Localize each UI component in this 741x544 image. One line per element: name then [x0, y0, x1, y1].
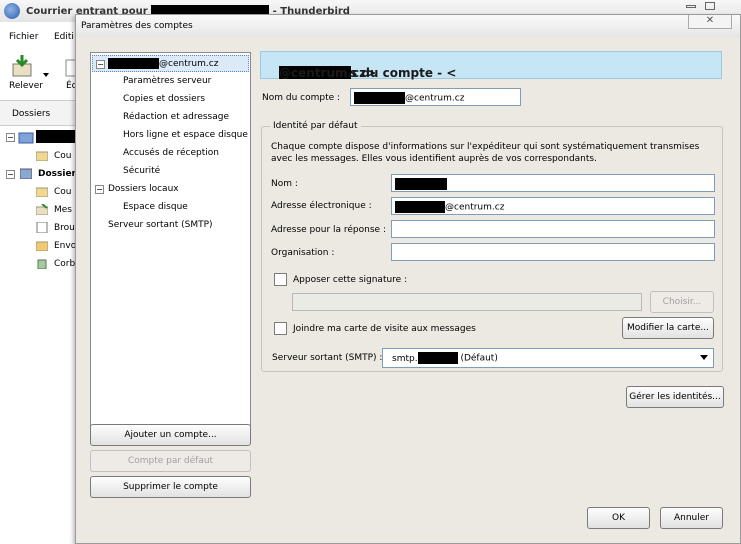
redacted-block — [354, 92, 405, 104]
identity-description: Chaque compte dispose d'informations sur… — [271, 142, 700, 164]
name-input[interactable] — [391, 174, 715, 192]
sent-icon — [36, 204, 48, 215]
signature-file-input[interactable] — [292, 293, 642, 311]
folder-pane-header: Dossiers — [0, 100, 80, 126]
account-icon — [18, 132, 34, 144]
maximize-icon[interactable] — [705, 2, 715, 10]
menu-fichier[interactable]: Fichier — [9, 32, 38, 42]
toolbar-dropdown-arrow-icon[interactable] — [43, 73, 49, 77]
menu-edition[interactable]: Editi — [54, 32, 74, 42]
main-window-controls — [680, 0, 740, 14]
folder-row[interactable]: Brou — [0, 220, 80, 236]
folder-row[interactable]: − Dossiers — [0, 166, 81, 182]
set-default-account-button[interactable]: Compte par défaut — [90, 450, 251, 472]
cancel-button[interactable]: Annuler — [660, 507, 723, 529]
get-mail-button[interactable]: Relever — [2, 52, 49, 92]
manage-identities-button[interactable]: Gérer les identités... — [626, 386, 724, 408]
minimize-icon[interactable] — [686, 5, 696, 8]
delete-account-button[interactable]: Supprimer le compte — [90, 476, 251, 498]
collapse-icon[interactable]: − — [96, 60, 105, 69]
collapse-icon[interactable]: − — [6, 133, 15, 142]
redacted-block — [395, 178, 447, 190]
reply-to-input[interactable] — [391, 220, 715, 238]
account-header: Paramètres du compte - < @centrum.cz> — [260, 51, 722, 80]
folder-pane: − Cou − Dossiers Cou Mes Brou Envo Corb — [0, 126, 81, 544]
folder-row[interactable]: Corb — [0, 256, 80, 272]
main-toolbar: Relever Éc — [0, 48, 80, 98]
dialog-titlebar: Paramètres des comptes ✕ — [76, 15, 740, 37]
organization-label: Organisation : — [271, 248, 335, 258]
folder-row[interactable]: Cou — [0, 184, 80, 200]
signature-checkbox[interactable] — [274, 273, 287, 286]
redacted-block — [36, 130, 80, 143]
folder-account-row[interactable]: − — [0, 129, 80, 145]
redacted-block — [108, 58, 159, 69]
email-input[interactable]: @centrum.cz — [391, 197, 715, 215]
folder-row[interactable]: Envo — [0, 238, 80, 254]
organization-input[interactable] — [391, 243, 715, 261]
redacted-block — [395, 201, 445, 213]
drafts-icon — [36, 222, 48, 233]
inbox-icon — [36, 187, 48, 197]
signature-label: Apposer cette signature : — [293, 275, 408, 285]
collapse-icon[interactable]: − — [6, 170, 15, 179]
get-mail-icon — [12, 55, 32, 77]
dropdown-arrow-icon[interactable] — [700, 355, 708, 360]
folder-row[interactable]: Mes — [0, 202, 80, 218]
email-label: Adresse électronique : — [271, 201, 372, 211]
dialog-title: Paramètres des comptes — [81, 21, 193, 31]
thunderbird-logo-icon — [4, 3, 20, 19]
add-account-button[interactable]: Ajouter un compte... — [90, 424, 251, 446]
name-label: Nom : — [271, 179, 298, 189]
close-icon[interactable]: ✕ — [688, 15, 732, 29]
ok-button[interactable]: OK — [587, 507, 650, 529]
identity-legend: Identité par défaut — [270, 121, 361, 131]
folder-row[interactable]: Cou — [0, 148, 80, 164]
collapse-icon[interactable]: − — [95, 185, 104, 194]
edit-card-button[interactable]: Modifier la carte... — [622, 317, 714, 339]
redacted-block — [417, 352, 458, 364]
main-menubar: Fichier Editi — [0, 30, 80, 46]
tree-account-item[interactable]: − @centrum.cz — [92, 55, 249, 72]
outbox-icon — [36, 241, 48, 251]
account-name-input[interactable]: @centrum.cz — [350, 88, 521, 106]
vcard-checkbox[interactable] — [274, 322, 287, 335]
account-settings-dialog: Paramètres des comptes ✕ − @centrum.cz P… — [75, 14, 741, 544]
vcard-label: Joindre ma carte de visite aux messages — [293, 324, 476, 334]
trash-icon — [37, 259, 47, 269]
smtp-label: Serveur sortant (SMTP) : — [272, 353, 383, 363]
smtp-select[interactable]: smtp. (Défaut) — [382, 348, 714, 368]
inbox-icon — [36, 151, 48, 161]
account-tree[interactable]: − @centrum.cz Paramètres serveur Copies … — [90, 52, 251, 436]
account-name-label: Nom du compte : — [262, 93, 341, 103]
choose-signature-button[interactable]: Choisir... — [650, 291, 714, 313]
reply-to-label: Adresse pour la réponse : — [271, 225, 386, 235]
local-folders-icon — [20, 168, 32, 179]
tree-local-folders-item[interactable]: − Dossiers locaux — [95, 181, 245, 198]
